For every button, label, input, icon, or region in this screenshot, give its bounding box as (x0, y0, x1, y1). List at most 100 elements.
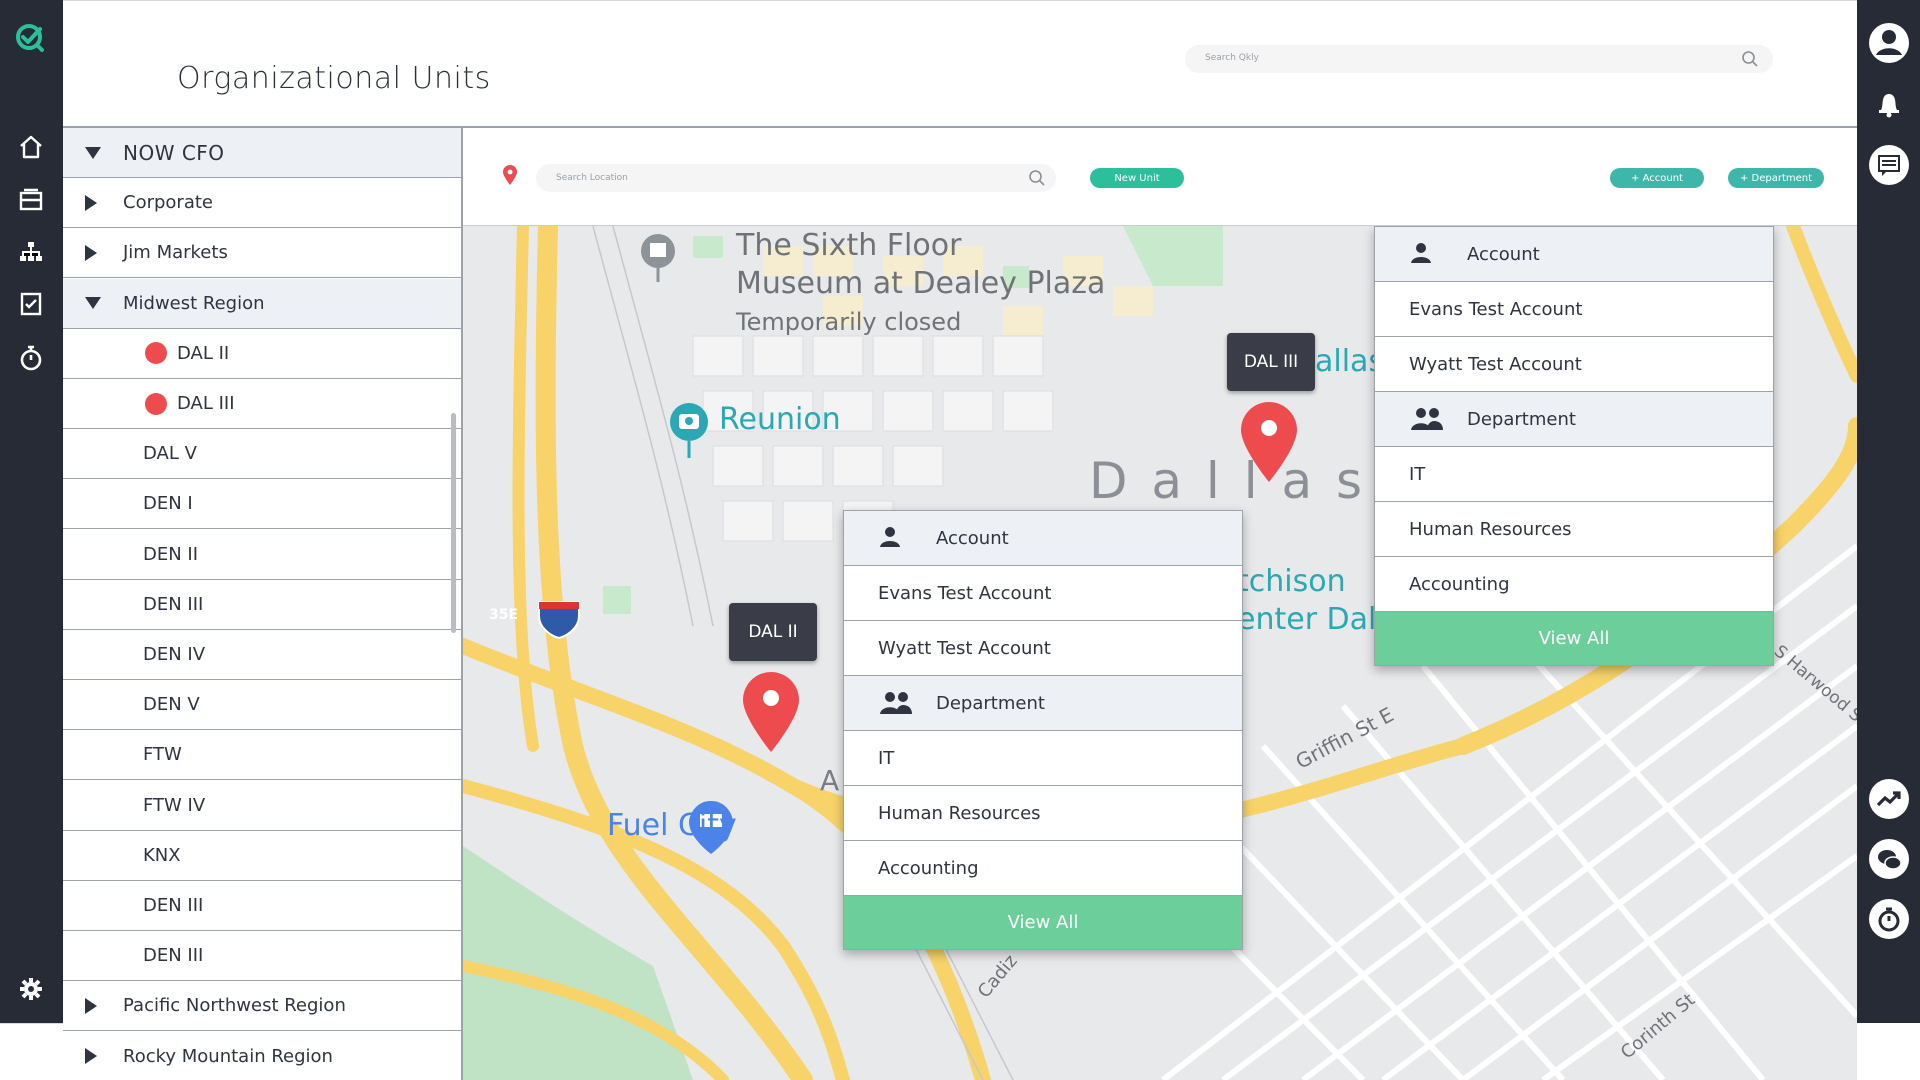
tree-item-label: Rocky Mountain Region (123, 1045, 333, 1067)
tree-item[interactable]: Pacific Northwest Region (63, 981, 461, 1032)
logo-icon[interactable] (14, 22, 48, 56)
tree-item-label: Pacific Northwest Region (123, 995, 346, 1017)
message-icon[interactable] (1866, 142, 1911, 187)
tree-item[interactable]: Corporate (63, 178, 461, 229)
tree-item-label: Corporate (123, 192, 213, 214)
map-label-fuel-city: Fuel City (607, 808, 737, 843)
location-search-input[interactable]: Search Location (536, 164, 1056, 192)
department-header-label: Department (936, 692, 1045, 714)
timer-icon[interactable] (14, 341, 48, 375)
bell-icon[interactable] (1866, 81, 1911, 126)
org-chart-icon[interactable] (14, 235, 48, 269)
popup-list-item[interactable]: Accounting (844, 841, 1242, 896)
tree-item-label: DEN V (143, 694, 200, 716)
chat-icon[interactable] (1866, 836, 1911, 881)
interstate-label: 35E (489, 607, 519, 623)
tree-item[interactable]: DEN II (63, 530, 461, 580)
popup-card-dal-ii: Account Evans Test Account Wyatt Test Acco… (843, 510, 1243, 950)
tree-item-label: DAL II (177, 342, 230, 364)
tree-item[interactable]: DEN V (63, 680, 461, 731)
inbox-icon[interactable] (14, 183, 48, 217)
department-header: Department (1375, 392, 1773, 447)
tree-item[interactable]: Jim Markets (63, 228, 461, 279)
map-label-a: A (820, 764, 840, 797)
pin-tag-dal-ii[interactable]: DAL II (729, 603, 817, 661)
global-search-input[interactable]: Search Qkly (1185, 45, 1773, 73)
tree-item[interactable]: KNX (63, 831, 461, 881)
tree-item[interactable]: DEN III (63, 931, 461, 982)
popup-list-item[interactable]: Evans Test Account (1375, 282, 1773, 337)
view-all-button[interactable]: View All (844, 896, 1242, 949)
pin-tag-dal-iii[interactable]: DAL III (1227, 333, 1315, 391)
person-icon (1409, 241, 1433, 270)
caret-right-icon[interactable] (85, 997, 97, 1014)
map-label-museum-status: Temporarily closed (736, 308, 962, 336)
tree-item-label: FTW (143, 744, 182, 766)
search-placeholder: Search Qkly (1205, 53, 1259, 63)
gear-icon[interactable] (14, 972, 48, 1006)
tree-item[interactable]: NOW CFO (63, 128, 461, 178)
tree-item-label: DEN I (143, 493, 193, 515)
tree-item[interactable]: DEN III (63, 881, 461, 931)
caret-right-icon[interactable] (85, 194, 97, 211)
app-root: Organizational Units Search Qkly NOW CFO… (0, 0, 1920, 1080)
view-all-button[interactable]: View All (1375, 612, 1773, 665)
page-title: Organizational Units (177, 61, 491, 96)
caret-right-icon[interactable] (85, 244, 97, 261)
search-icon[interactable] (1741, 50, 1759, 68)
tree-item-label: DEN IV (143, 644, 206, 665)
tree-item-label: DEN III (143, 945, 204, 967)
map-label-hutchison-1: tchison (1237, 564, 1346, 599)
tree-item[interactable]: FTW (63, 730, 461, 781)
tree-item-label: Jim Markets (123, 242, 228, 264)
search-icon[interactable] (1028, 169, 1046, 187)
add-account-button[interactable]: + Account (1610, 168, 1704, 188)
popup-list-item[interactable]: Wyatt Test Account (1375, 337, 1773, 392)
new-unit-button[interactable]: New Unit (1090, 168, 1184, 188)
map-label-dallas: D a l l a s (1089, 452, 1367, 510)
department-header: Department (844, 676, 1242, 731)
map-pin-dal-iii[interactable] (1237, 400, 1301, 484)
popup-list-item[interactable]: Evans Test Account (844, 566, 1242, 621)
tree-item[interactable]: Rocky Mountain Region (63, 1032, 461, 1080)
map-label-museum-1: The Sixth Floor (736, 228, 962, 263)
tree-item[interactable]: DEN I (63, 479, 461, 530)
add-department-button[interactable]: + Department (1728, 168, 1824, 188)
tree-item[interactable]: DAL II (63, 329, 461, 379)
popup-list-item[interactable]: IT (844, 731, 1242, 786)
popup-list-item[interactable]: Human Resources (1375, 502, 1773, 557)
map-label-hutchison-2: enter Dal (1237, 602, 1377, 637)
tree-item[interactable]: Midwest Region (63, 278, 461, 329)
tree-scrollbar[interactable] (451, 413, 456, 633)
checklist-icon[interactable] (14, 287, 48, 321)
map-view[interactable]: 35E The Sixth Floor Museum at Dealey Pla… (463, 226, 1857, 1080)
popup-list-item[interactable]: Wyatt Test Account (844, 621, 1242, 676)
tree-item[interactable]: DAL III (63, 379, 461, 429)
stopwatch-icon[interactable] (1866, 896, 1911, 941)
home-icon[interactable] (14, 130, 48, 164)
location-search-placeholder: Search Location (556, 173, 628, 183)
department-header-label: Department (1467, 408, 1576, 430)
tree-item[interactable]: DEN III (63, 580, 461, 630)
tree-item-label: DEN II (143, 543, 199, 565)
caret-down-icon[interactable] (85, 297, 101, 310)
caret-right-icon[interactable] (85, 1048, 97, 1065)
popup-list-item[interactable]: Human Resources (844, 786, 1242, 841)
person-icon (878, 525, 902, 554)
profile-icon[interactable] (1866, 20, 1911, 65)
group-icon (1409, 406, 1445, 437)
tree-item-label: DAL V (143, 443, 197, 465)
location-marker-icon (145, 392, 167, 415)
tree-item[interactable]: FTW IV (63, 781, 461, 831)
map-label-reunion: Reunion (719, 402, 841, 437)
tree-item-label: DEN III (143, 593, 204, 615)
popup-list-item[interactable]: Accounting (1375, 557, 1773, 612)
tree-item[interactable]: DEN IV (63, 630, 461, 680)
tree-item[interactable]: DAL V (63, 429, 461, 480)
trend-icon[interactable] (1866, 776, 1911, 821)
map-toolbar: Search Location New Unit + Account + Dep… (463, 128, 1857, 226)
map-pin-dal-ii[interactable] (739, 670, 803, 754)
caret-down-icon[interactable] (85, 146, 101, 159)
group-icon (878, 690, 914, 721)
popup-list-item[interactable]: IT (1375, 447, 1773, 502)
